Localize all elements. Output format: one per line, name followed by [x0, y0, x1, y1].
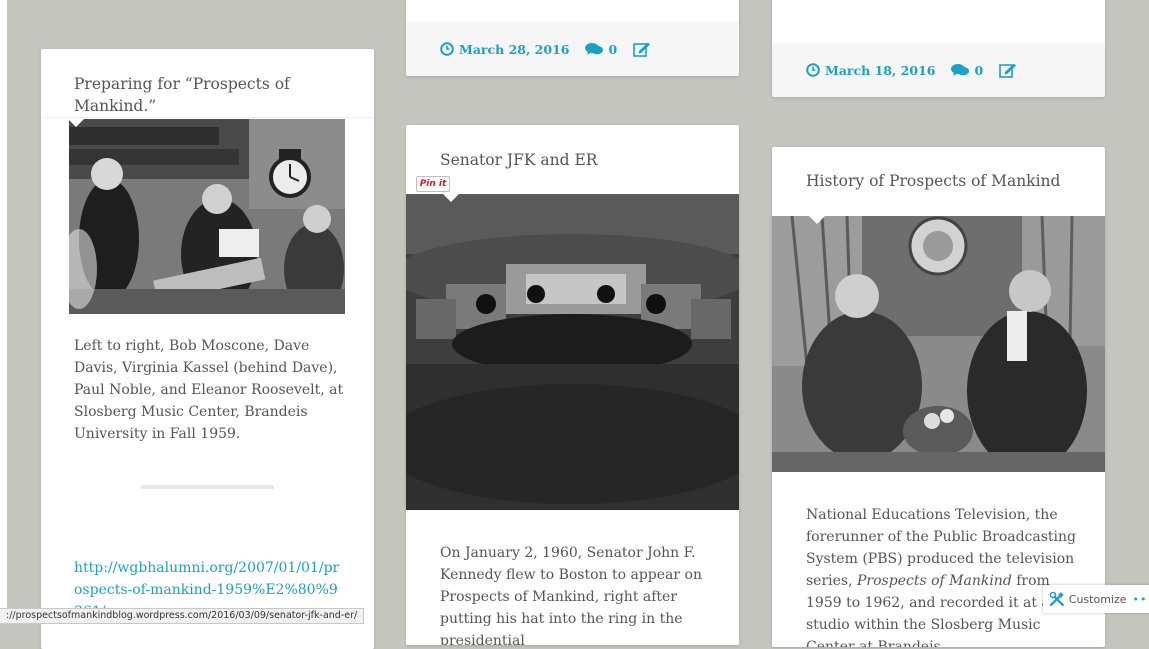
post-excerpt: On January 2, 1960, Senator John F. Kenn…: [440, 545, 702, 645]
post-comments[interactable]: 0: [585, 42, 617, 57]
photo-notch: [442, 193, 460, 202]
post-card-history: History of Prospects of Mankind National…: [772, 147, 1105, 647]
photo-notch: [67, 118, 85, 127]
comment-bubble-icon: [585, 43, 604, 55]
divider: [41, 117, 374, 118]
clock-icon: [806, 63, 820, 77]
post-photo-prep[interactable]: [69, 119, 345, 314]
edit-pencil-icon: [999, 63, 1017, 78]
left-edge: [0, 0, 7, 622]
comment-count: 0: [608, 41, 618, 57]
post-meta: March 18, 2016 0: [772, 43, 1105, 97]
post-title[interactable]: History of Prospects of Mankind: [806, 170, 1086, 192]
post-date-text: March 28, 2016: [459, 41, 570, 57]
pin-it-button[interactable]: Pin it: [416, 176, 450, 192]
post-comments[interactable]: 0: [951, 63, 983, 78]
customize-label: Customize: [1068, 592, 1127, 606]
post-meta: March 28, 2016 0: [406, 22, 739, 76]
post-excerpt: National Educations Television, the fore…: [806, 504, 1083, 647]
post-title[interactable]: Preparing for “Prospects of Mankind.”: [74, 73, 364, 117]
edit-link[interactable]: [999, 62, 1017, 78]
post-title[interactable]: Senator JFK and ER: [440, 149, 720, 171]
more-dots[interactable]: •••: [1133, 593, 1149, 606]
series-title: Prospects of Mankind: [857, 573, 1012, 589]
post-date[interactable]: March 18, 2016: [806, 63, 935, 78]
separator-bar: [141, 485, 274, 489]
post-card-prev-middle: March 28, 2016 0: [406, 0, 739, 76]
comment-bubble-icon: [951, 64, 970, 76]
post-photo-jfk-er[interactable]: [406, 194, 739, 510]
customize-button[interactable]: Customize •••: [1043, 585, 1149, 613]
tools-icon: [1049, 591, 1064, 607]
edit-pencil-icon: [633, 42, 651, 57]
post-card-prev-right: March 18, 2016 0: [772, 0, 1105, 97]
photo-notch: [808, 215, 826, 224]
post-photo-history[interactable]: [772, 216, 1105, 472]
post-date[interactable]: March 28, 2016: [440, 42, 569, 57]
post-date-text: March 18, 2016: [825, 62, 936, 78]
post-card-preparing: Preparing for “Prospects of Mankind.” Le…: [41, 49, 374, 649]
post-card-jfk-er: Senator JFK and ER On January 2, 1960, S…: [406, 125, 739, 645]
edit-link[interactable]: [633, 41, 651, 57]
post-caption: Left to right, Bob Moscone, Dave Davis, …: [74, 338, 344, 442]
comment-count: 0: [974, 62, 984, 78]
clock-icon: [440, 42, 454, 56]
